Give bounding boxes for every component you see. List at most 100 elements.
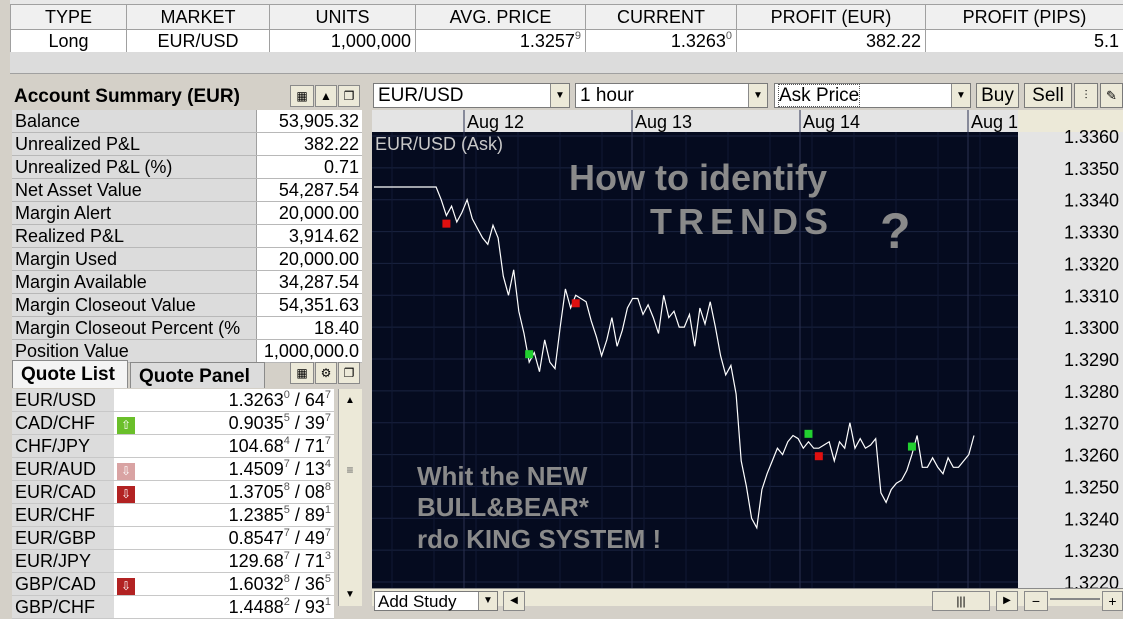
buy-button[interactable]: Buy xyxy=(976,83,1019,108)
price-tick-label: 1.3300 xyxy=(1064,318,1119,338)
col-profit-eur-header[interactable]: PROFIT (EUR) xyxy=(737,5,926,30)
arrow-down-icon: ⇩ xyxy=(117,463,135,480)
position-profit-pips: 5.1 xyxy=(926,30,1123,53)
col-profit-pips-header[interactable]: PROFIT (PIPS) xyxy=(926,5,1123,30)
quote-trend xyxy=(114,596,138,619)
quote-row[interactable]: CAD/CHF⇧0.90355 / 397 xyxy=(12,412,334,435)
summary-settings-button[interactable]: ▦ xyxy=(290,85,314,107)
quote-row[interactable]: EUR/GBP0.85477 / 497 xyxy=(12,527,334,550)
quote-row[interactable]: EUR/AUD⇩1.45097 / 134 xyxy=(12,458,334,481)
summary-collapse-button[interactable]: ▲ xyxy=(315,85,337,107)
zoom-out-button[interactable]: − xyxy=(1024,591,1048,611)
summary-label: Realized P&L xyxy=(12,225,256,248)
col-market-header[interactable]: MARKET xyxy=(127,5,270,30)
scroll-left-icon[interactable]: ◀ xyxy=(503,591,525,611)
summary-value: 382.22 xyxy=(256,133,362,156)
summary-value: 20,000.00 xyxy=(256,202,362,225)
quote-price: 1.23855 / 891 xyxy=(138,504,334,527)
summary-label: Margin Closeout Percent (% xyxy=(12,317,256,340)
signal-marker-red xyxy=(815,452,823,460)
sell-button[interactable]: Sell xyxy=(1024,83,1072,108)
quote-scrollbar[interactable]: ▲ ≡ ▼ xyxy=(338,389,362,606)
chart-scroll-grip[interactable]: ||| xyxy=(932,591,990,611)
add-study-button[interactable]: Add Study ▼ xyxy=(374,591,498,611)
zoom-slider[interactable] xyxy=(1050,598,1100,600)
quote-price: 0.85477 / 497 xyxy=(138,527,334,550)
zoom-in-button[interactable]: + xyxy=(1102,591,1123,611)
scroll-down-icon[interactable]: ▼ xyxy=(339,585,361,605)
col-current-header[interactable]: CURRENT xyxy=(586,5,737,30)
quote-price: 1.37058 / 088 xyxy=(138,481,334,504)
summary-row: Balance53,905.32 xyxy=(12,110,362,133)
summary-row: Margin Closeout Value54,351.63 xyxy=(12,294,362,317)
quote-settings-button[interactable]: ▦ xyxy=(290,362,314,384)
quote-row[interactable]: EUR/USD1.32630 / 647 xyxy=(12,389,334,412)
scroll-up-icon[interactable]: ▲ xyxy=(339,391,361,411)
quote-symbol: EUR/CHF xyxy=(12,504,114,527)
popout-icon: ❐ xyxy=(344,366,355,380)
summary-value: 3,914.62 xyxy=(256,225,362,248)
price-tick-label: 1.3230 xyxy=(1064,541,1119,561)
price-tick-label: 1.3350 xyxy=(1064,159,1119,179)
summary-value: 53,905.32 xyxy=(256,110,362,133)
quote-symbol: CAD/CHF xyxy=(12,412,114,435)
draw-tool-button[interactable]: ✎ xyxy=(1100,83,1123,108)
quote-row[interactable]: EUR/JPY129.687 / 713 xyxy=(12,550,334,573)
position-row[interactable]: Long EUR/USD 1,000,000 1.32579 1.32630 3… xyxy=(11,30,1123,53)
quote-popout-button[interactable]: ❐ xyxy=(338,362,360,384)
scroll-right-icon[interactable]: ▶ xyxy=(996,591,1018,611)
quote-row[interactable]: GBP/CAD⇩1.60328 / 365 xyxy=(12,573,334,596)
summary-row: Unrealized P&L (%)0.71 xyxy=(12,156,362,179)
quote-trend xyxy=(114,527,138,550)
arrow-down-icon: ⇩ xyxy=(117,486,135,503)
chevron-down-icon: ▼ xyxy=(951,84,970,107)
signal-marker-green xyxy=(525,350,533,358)
price-tick-label: 1.3250 xyxy=(1064,477,1119,497)
quote-price: 1.44882 / 931 xyxy=(138,596,334,619)
col-type-header[interactable]: TYPE xyxy=(11,5,127,30)
quote-price: 129.687 / 713 xyxy=(138,550,334,573)
date-tick-label: Aug 14 xyxy=(803,112,860,132)
chevron-down-icon: ▼ xyxy=(550,84,569,107)
quote-trend xyxy=(114,504,138,527)
price-tick-label: 1.3360 xyxy=(1064,127,1119,147)
quote-row[interactable]: CHF/JPY104.684 / 717 xyxy=(12,435,334,458)
chart-type-button[interactable]: ⫶ xyxy=(1074,83,1098,108)
quote-gear-button[interactable]: ⚙ xyxy=(315,362,337,384)
col-units-header[interactable]: UNITS xyxy=(270,5,416,30)
price-tick-label: 1.3330 xyxy=(1064,223,1119,243)
quote-row[interactable]: EUR/CAD⇩1.37058 / 088 xyxy=(12,481,334,504)
summary-label: Balance xyxy=(12,110,256,133)
date-tick-label: Aug 13 xyxy=(635,112,692,132)
scroll-grip-icon[interactable]: ≡ xyxy=(343,465,357,475)
signal-marker-red xyxy=(572,299,580,307)
summary-value: 20,000.00 xyxy=(256,248,362,271)
quote-symbol: CHF/JPY xyxy=(12,435,114,458)
price-tick-label: 1.3260 xyxy=(1064,446,1119,466)
chevron-down-icon: ▼ xyxy=(748,84,767,107)
signal-marker-green xyxy=(908,443,916,451)
quote-row[interactable]: GBP/CHF1.44882 / 931 xyxy=(12,596,334,619)
timeframe-select[interactable]: 1 hour▼ xyxy=(575,83,768,108)
price-tick-label: 1.3240 xyxy=(1064,509,1119,529)
price-tick-label: 1.3220 xyxy=(1064,573,1119,588)
summary-label: Net Asset Value xyxy=(12,179,256,202)
tab-quote-panel[interactable]: Quote Panel xyxy=(130,362,265,388)
tab-quote-list[interactable]: Quote List xyxy=(12,360,128,388)
chart-area[interactable]: 1.33601.33501.33401.33301.33201.33101.33… xyxy=(372,110,1123,588)
summary-popout-button[interactable]: ❐ xyxy=(338,85,360,107)
quote-symbol: EUR/USD xyxy=(12,389,114,412)
price-type-select[interactable]: Ask Price▼ xyxy=(774,83,971,108)
summary-row: Unrealized P&L382.22 xyxy=(12,133,362,156)
quote-row[interactable]: EUR/CHF 1.23855 / 891 xyxy=(12,504,334,527)
quote-trend: ⇩ xyxy=(114,481,138,504)
instrument-select[interactable]: EUR/USD▼ xyxy=(373,83,570,108)
candlestick-icon: ⫶ xyxy=(1084,88,1087,102)
price-chart[interactable]: 1.33601.33501.33401.33301.33201.33101.33… xyxy=(372,110,1123,588)
col-avg-price-header[interactable]: AVG. PRICE xyxy=(416,5,586,30)
summary-value: 18.40 xyxy=(256,317,362,340)
price-tick-label: 1.3280 xyxy=(1064,382,1119,402)
quote-trend xyxy=(114,389,138,412)
summary-row: Margin Available34,287.54 xyxy=(12,271,362,294)
position-type: Long xyxy=(11,30,127,53)
